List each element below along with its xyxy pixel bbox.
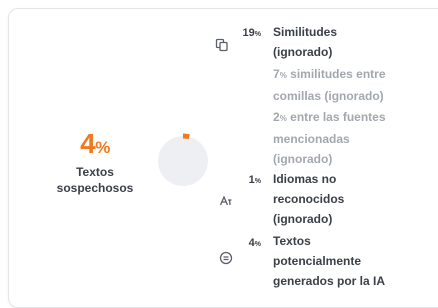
similarities-label: Similitudes (ignorado) [273, 25, 338, 59]
suspicious-texts-label: Textos sospechosos [56, 165, 134, 195]
similarities-percentage: 19% [242, 27, 261, 39]
quoted-similarities-note: 7% similitudes entre comillas (ignorado) [273, 67, 386, 103]
unrecognized-languages-percentage: 1% [248, 174, 261, 186]
suspicious-texts-summary: 4% Textos sospechosos [45, 129, 145, 196]
analysis-summary-card: 4% Textos sospechosos 19% Similitudes (i… [8, 8, 438, 308]
suspicious-texts-percentage: 4% [80, 128, 110, 159]
suspicious-donut-chart [158, 133, 208, 186]
unrecognized-languages-label: Idiomas no reconocidos (ignorado) [273, 172, 345, 226]
cited-sources-similarities-note: 2% entre las fuentes mencionadas (ignora… [273, 110, 386, 166]
copy-icon [215, 38, 229, 52]
donut-arc [182, 133, 190, 140]
donut-track [158, 136, 208, 186]
language-icon [219, 194, 233, 208]
ai-generated-percentage: 4% [248, 237, 261, 249]
ai-icon [219, 251, 233, 265]
ai-generated-label: Textos potencialmente generados por la I… [273, 234, 386, 288]
